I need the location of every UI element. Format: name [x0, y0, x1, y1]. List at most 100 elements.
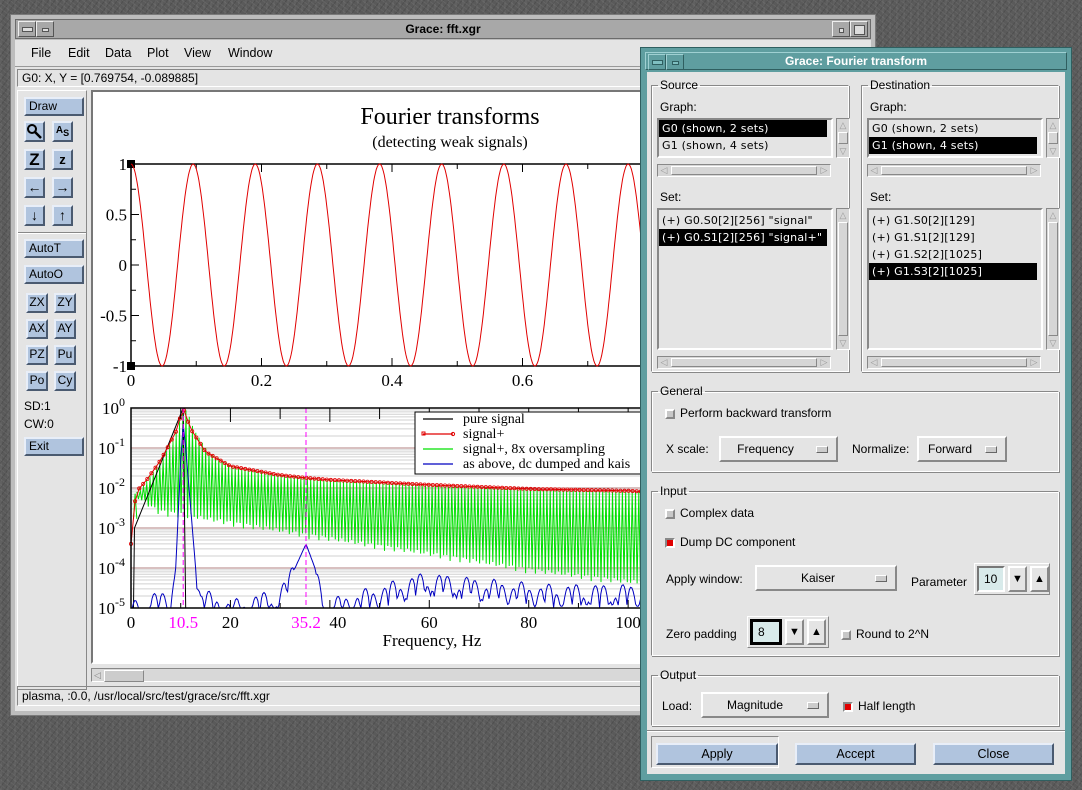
- y-tick-label: 0.5: [106, 206, 127, 225]
- draw-button[interactable]: Draw: [24, 97, 84, 116]
- exit-button[interactable]: Exit: [24, 437, 84, 456]
- scroll-down-button[interactable]: ↓: [24, 205, 45, 226]
- canvas-horizontal-scrollbar[interactable]: ◁: [91, 668, 645, 682]
- y-tick-label: -0.5: [100, 307, 127, 326]
- menu-plot[interactable]: Plot: [147, 46, 169, 60]
- y-tick-label: 10-4: [98, 555, 125, 578]
- po-button[interactable]: Po: [26, 371, 48, 391]
- source-graph-item[interactable]: G0 (shown, 2 sets): [659, 120, 827, 137]
- destination-set-item[interactable]: (+) G1.S3[2][1025]: [869, 263, 1037, 280]
- parameter-decrement-button[interactable]: ▼: [1008, 566, 1027, 592]
- legend-label: signal+: [463, 427, 504, 442]
- menu-file[interactable]: File: [31, 46, 51, 60]
- scroll-left-arrow-icon[interactable]: ◁: [94, 669, 101, 681]
- dump-dc-checkbox[interactable]: [665, 538, 675, 548]
- source-graph-list[interactable]: G0 (shown, 2 sets) G1 (shown, 4 sets): [657, 118, 833, 158]
- zero-padding-increment-button[interactable]: ▲: [807, 619, 826, 645]
- half-length-label: Half length: [858, 699, 916, 713]
- destination-set-hscroll[interactable]: ◁ ▷: [867, 356, 1041, 369]
- destination-graph-item[interactable]: G0 (shown, 2 sets): [869, 120, 1041, 137]
- current-world-indicator: CW:0: [24, 417, 54, 431]
- legend-label: signal+, 8x oversampling: [463, 442, 605, 457]
- source-graph-vscroll[interactable]: △ ▽: [836, 118, 850, 158]
- destination-set-item[interactable]: (+) G1.S2[2][1025]: [869, 246, 1041, 263]
- source-graph-item[interactable]: G1 (shown, 4 sets): [659, 137, 831, 154]
- source-set-vscroll[interactable]: △ ▽: [836, 208, 850, 350]
- complex-data-checkbox[interactable]: [665, 509, 675, 519]
- x-tick-label: 0: [127, 371, 136, 390]
- destination-graph-list[interactable]: G0 (shown, 2 sets) G1 (shown, 4 sets): [867, 118, 1043, 158]
- pu-button[interactable]: Pu: [54, 345, 76, 365]
- destination-set-list[interactable]: (+) G1.S0[2][129] (+) G1.S1[2][129] (+) …: [867, 208, 1043, 350]
- ax-button[interactable]: AX: [26, 319, 48, 339]
- source-set-item[interactable]: (+) G0.S0[2][256] "signal": [659, 212, 831, 229]
- plot-canvas[interactable]: Fourier transforms (detecting weak signa…: [91, 90, 645, 664]
- ay-button[interactable]: AY: [54, 319, 76, 339]
- pz-button[interactable]: PZ: [26, 345, 48, 365]
- scrollbar-thumb[interactable]: [104, 670, 144, 682]
- zoom-out-button[interactable]: z: [52, 149, 73, 170]
- destination-set-vscroll[interactable]: △ ▽: [1046, 208, 1060, 350]
- zoom-in-button[interactable]: Z: [24, 149, 45, 170]
- x-tick-label: 0.4: [381, 371, 403, 390]
- series-line-signal: [130, 163, 643, 367]
- zy-button[interactable]: ZY: [54, 293, 76, 313]
- source-set-item[interactable]: (+) G0.S1[2][256] "signal+": [659, 229, 827, 246]
- source-graph-hscroll[interactable]: ◁ ▷: [657, 164, 831, 177]
- x-tick-label: 100: [615, 613, 641, 632]
- accept-button[interactable]: Accept: [795, 743, 916, 765]
- zoom-out-icon: z: [59, 152, 66, 167]
- destination-graph-item[interactable]: G1 (shown, 4 sets): [869, 137, 1037, 154]
- destination-graph-hscroll[interactable]: ◁ ▷: [867, 164, 1041, 177]
- parameter-increment-button[interactable]: ▲: [1030, 566, 1049, 592]
- set-display-indicator: SD:1: [24, 399, 51, 413]
- menu-edit[interactable]: Edit: [68, 46, 90, 60]
- destination-graph-vscroll[interactable]: △ ▽: [1046, 118, 1060, 158]
- source-set-hscroll[interactable]: ◁ ▷: [657, 356, 831, 369]
- arrow-up-icon: ↑: [59, 207, 66, 223]
- maximize-button[interactable]: [850, 21, 868, 37]
- triangle-down-icon: ▼: [789, 626, 800, 638]
- autot-button[interactable]: AutoT: [24, 239, 84, 258]
- close-button[interactable]: Close: [933, 743, 1054, 765]
- main-titlebar[interactable]: Grace: fft.xgr: [15, 19, 871, 39]
- autoo-button[interactable]: AutoO: [24, 265, 84, 284]
- scroll-up-button[interactable]: ↑: [52, 205, 73, 226]
- fourier-titlebar[interactable]: Grace: Fourier transform: [645, 52, 1067, 70]
- normalize-select[interactable]: Forward: [917, 436, 1007, 462]
- x-tick-label: 0.2: [251, 371, 272, 390]
- triangle-down-icon: ▼: [1012, 573, 1023, 585]
- load-select[interactable]: Magnitude: [701, 692, 829, 718]
- source-set-list[interactable]: (+) G0.S0[2][256] "signal" (+) G0.S1[2][…: [657, 208, 833, 350]
- destination-set-label: Set:: [870, 190, 892, 204]
- iconify-button[interactable]: [832, 21, 850, 37]
- apply-button[interactable]: Apply: [656, 743, 778, 765]
- destination-set-item[interactable]: (+) G1.S0[2][129]: [869, 212, 1041, 229]
- x-tick-label: 0.6: [512, 371, 533, 390]
- scroll-right-button[interactable]: →: [52, 177, 73, 198]
- half-length-checkbox[interactable]: [843, 702, 853, 712]
- autoscale-text-button[interactable]: AS: [52, 121, 73, 142]
- zx-button[interactable]: ZX: [26, 293, 48, 313]
- xscale-select[interactable]: Frequency: [719, 436, 838, 462]
- zero-padding-decrement-button[interactable]: ▼: [785, 619, 804, 645]
- zero-padding-spinner: 8 ▼ ▲: [747, 616, 829, 648]
- scroll-left-button[interactable]: ←: [24, 177, 45, 198]
- dump-dc-label: Dump DC component: [680, 535, 796, 549]
- tool-panel: Draw AS Z z ← → ↓ ↑ AutoT AutoO ZX ZY AX…: [17, 90, 87, 690]
- parameter-input[interactable]: 10: [977, 566, 1005, 592]
- zero-padding-input[interactable]: 8: [750, 619, 782, 645]
- round-2n-checkbox[interactable]: [841, 630, 851, 640]
- destination-set-item[interactable]: (+) G1.S1[2][129]: [869, 229, 1041, 246]
- arrow-left-icon: ←: [27, 179, 42, 195]
- menu-view[interactable]: View: [184, 46, 211, 60]
- menu-window[interactable]: Window: [228, 46, 272, 60]
- xscale-label: X scale:: [666, 442, 709, 456]
- zoom-button[interactable]: [24, 121, 45, 142]
- x-tick-label: 40: [329, 613, 346, 632]
- backward-transform-checkbox[interactable]: [665, 409, 675, 419]
- apply-window-label: Apply window:: [666, 572, 743, 586]
- window-select[interactable]: Kaiser: [755, 565, 897, 591]
- cy-button[interactable]: Cy: [54, 371, 76, 391]
- menu-data[interactable]: Data: [105, 46, 131, 60]
